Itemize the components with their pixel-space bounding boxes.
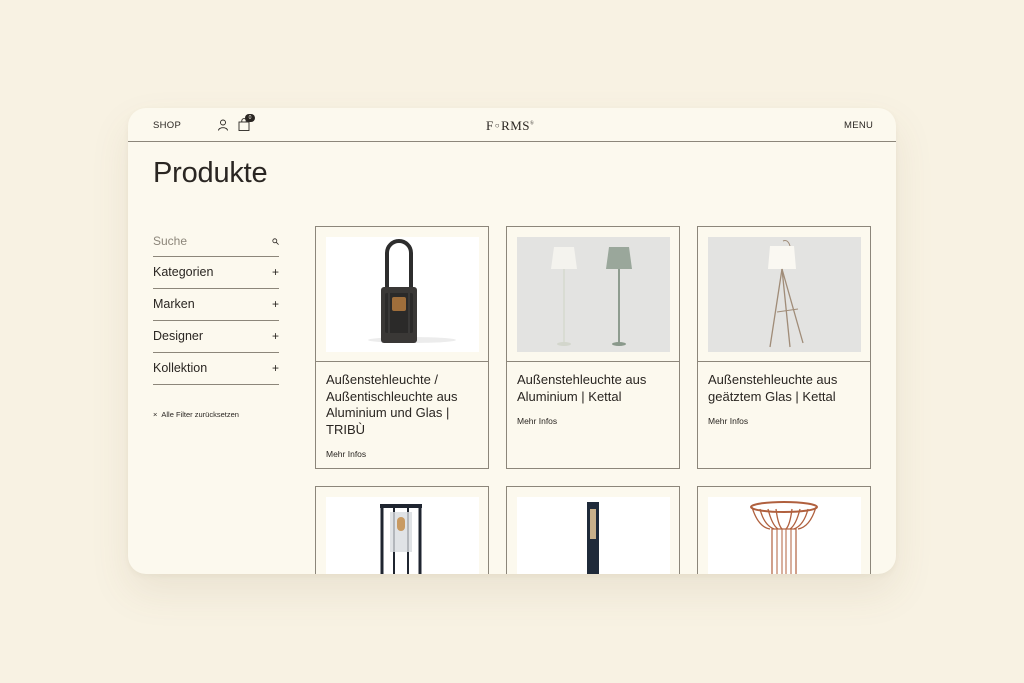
filter-label: Marken xyxy=(153,297,195,311)
plus-icon[interactable]: + xyxy=(272,266,279,278)
product-title[interactable]: Außenstehleuchte / Außentischleuchte aus… xyxy=(326,372,484,438)
product-title[interactable]: Außenstehleuchte aus geätztem Glas | Ket… xyxy=(708,372,866,405)
product-title[interactable]: Außenstehleuchte aus Aluminium | Kettal xyxy=(517,372,675,405)
product-card[interactable]: Außenstehleuchte / Außentischleuchte aus… xyxy=(315,226,489,469)
filter-designers[interactable]: Designer + xyxy=(153,321,279,353)
product-card[interactable]: Außenstehleuchte aus Aluminium | Kettal … xyxy=(506,226,680,469)
card-divider xyxy=(507,361,679,362)
browser-frame: SHOP 0 F○RMS® MENU Produkte Kategorien + xyxy=(128,108,896,574)
user-icon[interactable] xyxy=(217,119,229,131)
product-card[interactable] xyxy=(315,486,489,574)
menu-button[interactable]: MENU xyxy=(844,120,873,131)
logo-text-rms: RMS xyxy=(501,118,531,133)
search-row xyxy=(153,226,279,257)
search-icon[interactable] xyxy=(272,238,279,245)
reset-filters-link[interactable]: × Alle Filter zurücksetzen xyxy=(153,410,239,419)
filter-brands[interactable]: Marken + xyxy=(153,289,279,321)
product-card[interactable] xyxy=(506,486,680,574)
product-image-lantern[interactable] xyxy=(326,237,479,352)
forms-logo[interactable]: F○RMS® xyxy=(486,118,534,134)
product-image-floor-lamps[interactable] xyxy=(517,237,670,352)
search-input[interactable] xyxy=(153,234,263,248)
product-image-post-lamp[interactable] xyxy=(517,497,670,574)
page-title: Produkte xyxy=(153,157,268,189)
filter-label: Designer xyxy=(153,329,204,343)
plus-icon[interactable]: + xyxy=(272,330,279,342)
filter-sidebar: Kategorien + Marken + Designer + Kollekt… xyxy=(153,226,279,385)
product-image-copper-lamp[interactable] xyxy=(708,497,861,574)
more-info-link[interactable]: Mehr Infos xyxy=(326,449,366,459)
close-icon: × xyxy=(153,410,158,419)
shop-link[interactable]: SHOP xyxy=(153,120,181,131)
plus-icon[interactable]: + xyxy=(272,362,279,374)
logo-text-f: F xyxy=(486,118,494,133)
card-divider xyxy=(698,361,870,362)
cart-count-badge: 0 xyxy=(245,114,255,122)
plus-icon[interactable]: + xyxy=(272,298,279,310)
filter-collection[interactable]: Kollektion + xyxy=(153,353,279,385)
more-info-link[interactable]: Mehr Infos xyxy=(517,416,557,426)
card-divider xyxy=(316,361,488,362)
more-info-link[interactable]: Mehr Infos xyxy=(708,416,748,426)
product-image-tripod-lamp[interactable] xyxy=(708,237,861,352)
filter-label: Kollektion xyxy=(153,361,208,375)
site-header: SHOP 0 F○RMS® MENU xyxy=(128,108,896,142)
filter-label: Kategorien xyxy=(153,265,214,279)
product-card[interactable] xyxy=(697,486,871,574)
product-card[interactable]: Außenstehleuchte aus geätztem Glas | Ket… xyxy=(697,226,871,469)
logo-text-o: ○ xyxy=(494,121,501,130)
product-image-cage-lantern[interactable] xyxy=(326,497,479,574)
logo-trademark: ® xyxy=(530,121,535,127)
reset-filters-label: Alle Filter zurücksetzen xyxy=(161,410,239,419)
filter-categories[interactable]: Kategorien + xyxy=(153,257,279,289)
